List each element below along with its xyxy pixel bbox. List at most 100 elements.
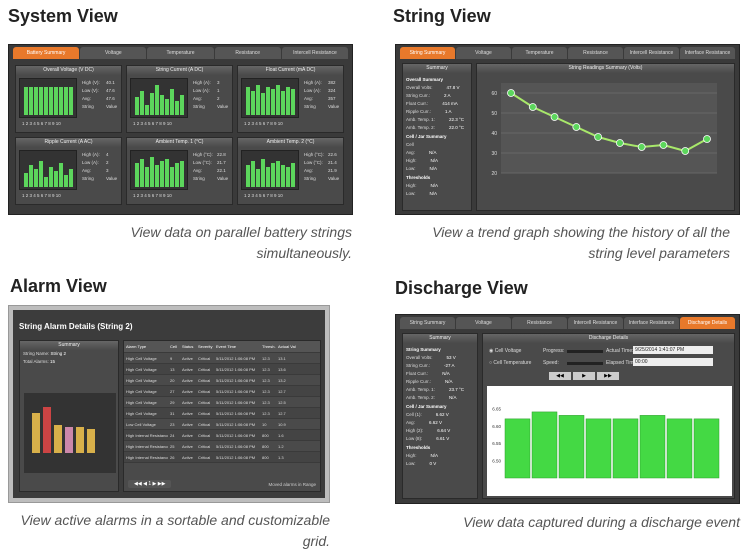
- tab-string-summary[interactable]: String Summary: [400, 317, 455, 329]
- alarm-pager[interactable]: ◀◀ ◀ 1 ▶ ▶▶: [128, 480, 172, 488]
- table-row[interactable]: High Internal Resistance 25 Active Critical…: [124, 441, 320, 452]
- metric-stat: 47.6: [106, 88, 115, 93]
- trend-point: [703, 135, 711, 143]
- metric-stat: 21.9: [328, 168, 337, 173]
- chart-bar: [34, 87, 38, 115]
- table-row[interactable]: High Internal Resistance 24 Active Critical…: [124, 430, 320, 441]
- tab-intercell-resistance[interactable]: Intercell Resistance: [281, 47, 349, 59]
- tab-string-summary[interactable]: String Summary: [400, 47, 455, 59]
- table-cell: 5/11/2012 1:06:08 PM: [216, 378, 256, 383]
- radio-cell-temperature[interactable]: ○ Cell Temperature: [489, 360, 531, 366]
- tab-temperature[interactable]: Temperature: [147, 47, 214, 59]
- column-header[interactable]: Alarm Type: [124, 341, 168, 352]
- tab-intercell-resistance[interactable]: Intercell Resistance: [624, 47, 679, 59]
- alarm-grid-header[interactable]: Alarm Type Cell Status Severity Event Time Th…: [124, 341, 320, 353]
- table-cell: 12.3: [262, 411, 270, 416]
- tab-resistance[interactable]: Resistance: [568, 47, 623, 59]
- metric-stat: Avg:: [304, 96, 313, 101]
- metric-bar-chart: [130, 150, 188, 190]
- chart-bar: [276, 161, 280, 187]
- progress-label: Progress:: [543, 348, 565, 354]
- table-cell: High Cell Voltage: [126, 389, 157, 394]
- string-summary-panel: Summary Overall Summary Overall Volts: 47.…: [402, 63, 472, 211]
- elapsed-time-field[interactable]: 00:00: [633, 358, 713, 366]
- table-row[interactable]: High Cell Voltage 29 Active Critical 5/11/20…: [124, 397, 320, 408]
- chart-bar: [291, 163, 295, 187]
- table-row[interactable]: High Cell Voltage 9 Active Critical 5/11/201…: [124, 353, 320, 364]
- chart-bar: [44, 87, 48, 115]
- discharge-bar: [585, 418, 612, 479]
- tab-resistance[interactable]: Resistance: [512, 317, 567, 329]
- progress-slider[interactable]: [567, 350, 603, 353]
- table-row[interactable]: High Cell Voltage 27 Active Critical 5/11/20…: [124, 386, 320, 397]
- rewind-button[interactable]: ◀◀: [549, 372, 571, 380]
- play-button[interactable]: ▶: [573, 372, 595, 380]
- chart-bar: [64, 175, 68, 187]
- tab-voltage[interactable]: Voltage: [80, 47, 147, 59]
- radio-cell-voltage[interactable]: ◉ Cell Voltage: [489, 348, 521, 354]
- chart-bar: [29, 87, 33, 115]
- system-view-caption: View data on parallel battery strings si…: [130, 224, 352, 261]
- table-cell: 20: [170, 378, 175, 383]
- summary-label: Avg:: [406, 420, 415, 425]
- summary-row: Float Curr.: N/A: [406, 370, 474, 378]
- metric-stat: 382: [328, 80, 336, 85]
- string-name-row: String Name: String 2: [23, 351, 67, 356]
- summary-value: 414 mA: [442, 101, 458, 106]
- table-cell: 5/11/2012 1:06:08 PM: [216, 400, 256, 405]
- tab-voltage[interactable]: Voltage: [456, 47, 511, 59]
- column-header[interactable]: Cell: [168, 341, 180, 352]
- actual-time-field[interactable]: 9/25/2014 1:41:07 PM: [633, 346, 713, 354]
- summary-row: Cell: [406, 141, 468, 149]
- table-cell: 12.7: [278, 411, 286, 416]
- fast-forward-button[interactable]: ▶▶: [597, 372, 619, 380]
- table-row[interactable]: High Internal Resistance 26 Active Critical…: [124, 452, 320, 463]
- summary-label: Cell (1):: [406, 412, 422, 417]
- table-cell: 9: [170, 356, 173, 361]
- tab-discharge-details[interactable]: Discharge Details: [680, 317, 735, 329]
- chart-bar: [29, 165, 33, 187]
- discharge-bar: [558, 415, 585, 479]
- column-header[interactable]: Severity: [196, 341, 214, 352]
- column-header[interactable]: Status: [180, 341, 196, 352]
- tab-battery-summary[interactable]: Battery Summary: [13, 47, 80, 59]
- alarm-footer: Moved alarms in Range: [268, 482, 316, 487]
- actual-time-label: Actual Time:: [606, 348, 634, 354]
- column-header[interactable]: Thresh. Value: [260, 341, 276, 352]
- summary-value: 6.62 V: [435, 412, 449, 417]
- tab-voltage[interactable]: Voltage: [456, 317, 511, 329]
- tab-resistance[interactable]: Resistance: [214, 47, 281, 59]
- summary-label: Overall Volts:: [406, 355, 433, 360]
- table-row[interactable]: Low Cell Voltage 23 Active Critical 5/11/201…: [124, 419, 320, 430]
- chart-bar: [256, 85, 260, 115]
- tab-interface-resistance[interactable]: Interface Resistance: [624, 317, 679, 329]
- alarm-grid[interactable]: Alarm Type Cell Status Severity Event Time Th…: [123, 340, 321, 492]
- table-cell: Active: [182, 433, 193, 438]
- table-row[interactable]: High Cell Voltage 20 Active Critical 5/11/20…: [124, 375, 320, 386]
- table-cell: High Cell Voltage: [126, 367, 157, 372]
- discharge-bar: [639, 415, 666, 479]
- table-row[interactable]: High Cell Voltage 13 Active Critical 5/11/20…: [124, 364, 320, 375]
- column-header[interactable]: Actual Value: [276, 341, 296, 352]
- summary-label: Cell / Jar Summary: [406, 134, 447, 139]
- table-cell: High Cell Voltage: [126, 411, 157, 416]
- table-cell: 800: [262, 444, 269, 449]
- table-cell: Critical: [198, 422, 211, 427]
- column-header[interactable]: Event Time: [214, 341, 260, 352]
- summary-row: High: N/A: [406, 182, 468, 190]
- y-tick-label: 6.65: [492, 406, 501, 411]
- table-row[interactable]: High Cell Voltage 31 Active Critical 5/11/20…: [124, 408, 320, 419]
- speed-slider[interactable]: [567, 362, 603, 365]
- table-cell: 23: [170, 422, 175, 427]
- summary-section-head: Thresholds: [406, 443, 474, 452]
- tab-intercell-resistance[interactable]: Intercell Resistance: [568, 317, 623, 329]
- total-alarms-row: Total Alarms: 15: [23, 359, 56, 364]
- tab-temperature[interactable]: Temperature: [512, 47, 567, 59]
- chart-bar: [170, 89, 174, 115]
- chart-bar: [271, 163, 275, 187]
- chart-bar: [155, 85, 159, 115]
- tab-interface-resistance[interactable]: Interface Resistance: [680, 47, 735, 59]
- chart-bar: [59, 87, 63, 115]
- metric-stat: High (A):: [82, 152, 100, 157]
- table-cell: 12.3: [262, 378, 270, 383]
